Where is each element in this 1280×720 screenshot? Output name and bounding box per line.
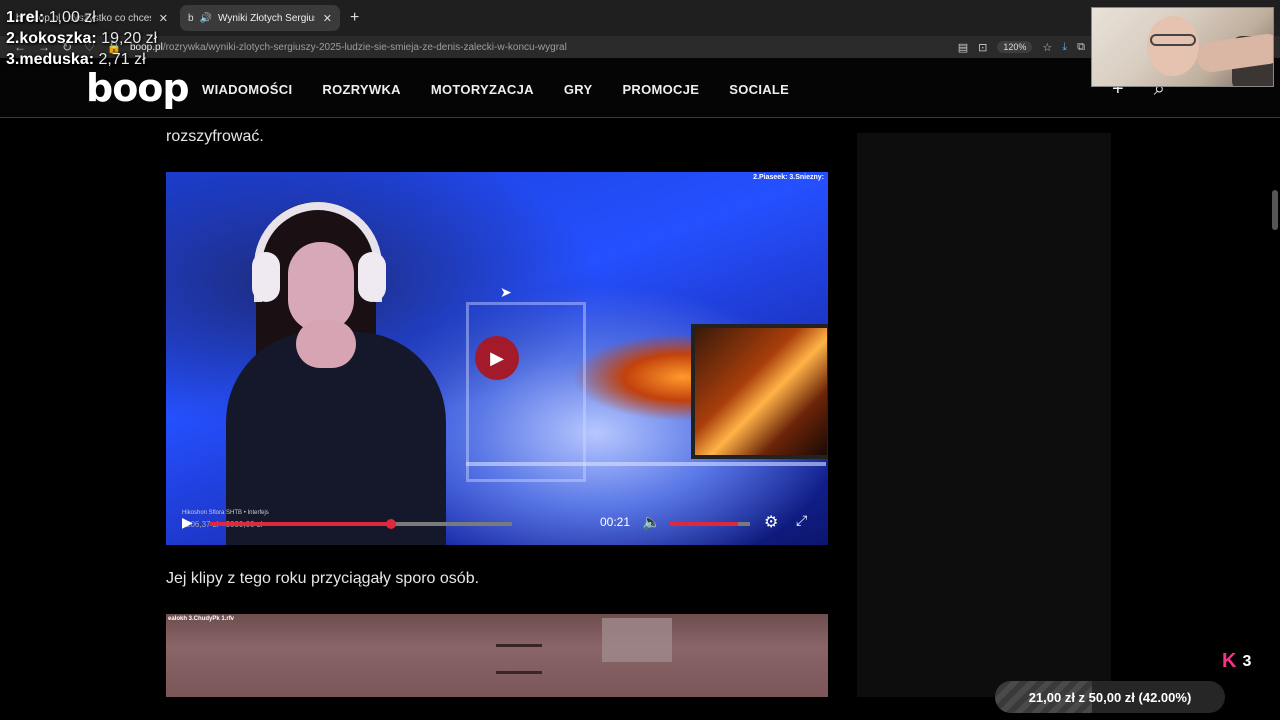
- ranking-entry: 3.meduska: 2,71 zł: [6, 49, 157, 70]
- video-scene-person: [226, 192, 476, 545]
- address-bar: ← → ↻ ♡ 🔒 boop.pl/rozrywka/wyniki-zlotyc…: [0, 36, 1280, 58]
- close-icon[interactable]: ✕: [159, 12, 168, 25]
- progress-fill: [210, 522, 392, 526]
- nav-promocje[interactable]: PROMOCJE: [622, 82, 699, 97]
- star-icon[interactable]: ☆: [1042, 41, 1052, 54]
- video-player-2[interactable]: ealokh 3.ChudyPk 1.rfv: [166, 614, 828, 697]
- goal-label: 21,00 zł z 50,00 zł (42.00%): [1028, 689, 1192, 705]
- browser-tab-bar: b boop.pl - Wszystko co chcesz ✕ b 🔊 Wyn…: [0, 0, 1280, 36]
- donation-goal-bar: 21,00 zł z 50,00 zł (42.00%): [995, 681, 1225, 713]
- page-scrollbar[interactable]: [1272, 190, 1278, 230]
- scene-earcup-right: [358, 252, 386, 302]
- sidebar-ad-area: [857, 133, 1111, 697]
- site-header: boop WIADOMOŚCI ROZRYWKA MOTORYZACJA GRY…: [0, 58, 1280, 118]
- close-icon[interactable]: ✕: [323, 12, 332, 25]
- install-icon[interactable]: ⊡: [978, 41, 987, 54]
- nav-sociale[interactable]: SOCIALE: [729, 82, 789, 97]
- video-progress-bar[interactable]: [210, 519, 512, 529]
- nav-rozrywka[interactable]: ROZRYWKA: [322, 82, 400, 97]
- ranking-amount: 1,00 zł: [48, 9, 96, 26]
- scene-earcup-left: [252, 252, 280, 302]
- volume-slider[interactable]: [670, 522, 750, 526]
- control-play-icon[interactable]: ▶: [182, 514, 193, 531]
- ranking-entry: 1.rel: 1,00 zł: [6, 7, 157, 28]
- mouse-cursor-icon: ➤: [500, 284, 512, 300]
- main-nav: WIADOMOŚCI ROZRYWKA MOTORYZACJA GRY PROM…: [202, 82, 789, 97]
- url-field[interactable]: boop.pl/rozrywka/wyniki-zlotych-sergiusz…: [130, 42, 958, 53]
- ranking-amount: 19,20 zł: [101, 30, 158, 47]
- zoom-indicator[interactable]: 120%: [997, 41, 1033, 53]
- boop-favicon-icon: b: [188, 12, 194, 24]
- video2-ranking-overlay: ealokh 3.ChudyPk 1.rfv: [168, 616, 235, 622]
- article-paragraph: Jej klipy z tego roku przyciągały sporo …: [166, 570, 480, 587]
- nav-motoryzacja[interactable]: MOTORYZACJA: [431, 82, 534, 97]
- nav-wiadomosci[interactable]: WIADOMOŚCI: [202, 82, 292, 97]
- video-goal-text: Hikoshon Sflora SHTB • Interfejs: [182, 510, 269, 516]
- play-icon: ▶: [490, 347, 504, 368]
- nav-gry[interactable]: GRY: [564, 82, 593, 97]
- video-ranking-overlay: 2.Piaseek: 3.Sniezny:: [753, 174, 824, 181]
- boop-logo[interactable]: boop: [86, 66, 190, 110]
- extensions-icon[interactable]: ⧉: [1077, 41, 1085, 54]
- tab-wyniki[interactable]: b 🔊 Wyniki Złotych Sergiuszy 2025 ✕: [180, 5, 340, 31]
- webcam-overlay: [1091, 7, 1274, 87]
- video-time: 00:21: [600, 515, 631, 529]
- video2-scene-box: [602, 618, 672, 662]
- video-player[interactable]: 2.Piaseek: 3.Sniezny: ▶ ➤ Hikoshon Sflor…: [166, 172, 828, 545]
- donation-ranking: 1.rel: 1,00 zł 2.kokoszka: 19,20 zł 3.me…: [6, 7, 157, 70]
- video-scene-shelf: [466, 302, 586, 482]
- kick-count: 3: [1242, 652, 1252, 670]
- progress-knob[interactable]: [386, 519, 397, 529]
- gear-icon[interactable]: ⚙: [764, 512, 778, 532]
- fullscreen-icon[interactable]: ⤢: [796, 512, 807, 529]
- ranking-amount: 2,71 zł: [98, 51, 146, 68]
- ranking-label: 3.meduska:: [6, 51, 95, 68]
- volume-fill: [670, 522, 738, 526]
- download-icon[interactable]: ⤓: [1062, 41, 1067, 54]
- video2-scene-shelf: [496, 644, 542, 674]
- article-paragraph: rozszyfrować.: [166, 128, 264, 145]
- plus-icon[interactable]: +: [350, 9, 359, 27]
- ranking-entry: 2.kokoszka: 19,20 zł: [6, 28, 157, 49]
- video-controls: Hikoshon Sflora SHTB • Interfejs 206,37 …: [166, 510, 828, 540]
- kick-logo-icon: K: [1222, 650, 1237, 672]
- ranking-label: 2.kokoszka:: [6, 30, 97, 47]
- ranking-label: 1.rel:: [6, 9, 45, 26]
- video-scene-fireplace-tv: [691, 324, 828, 459]
- kick-viewers-badge: K 3: [1222, 650, 1251, 673]
- volume-icon[interactable]: 🔈: [642, 513, 661, 531]
- scene-hands: [296, 320, 356, 368]
- tab-title: Wyniki Złotych Sergiuszy 2025: [218, 12, 315, 24]
- reader-icon[interactable]: ▤: [958, 41, 968, 54]
- webcam-glasses: [1150, 34, 1196, 46]
- url-path: /rozrywka/wyniki-zlotych-sergiuszy-2025-…: [162, 41, 567, 53]
- speaker-icon[interactable]: 🔊: [200, 13, 212, 24]
- play-button[interactable]: ▶: [475, 336, 519, 380]
- webcam-face: [1147, 16, 1199, 76]
